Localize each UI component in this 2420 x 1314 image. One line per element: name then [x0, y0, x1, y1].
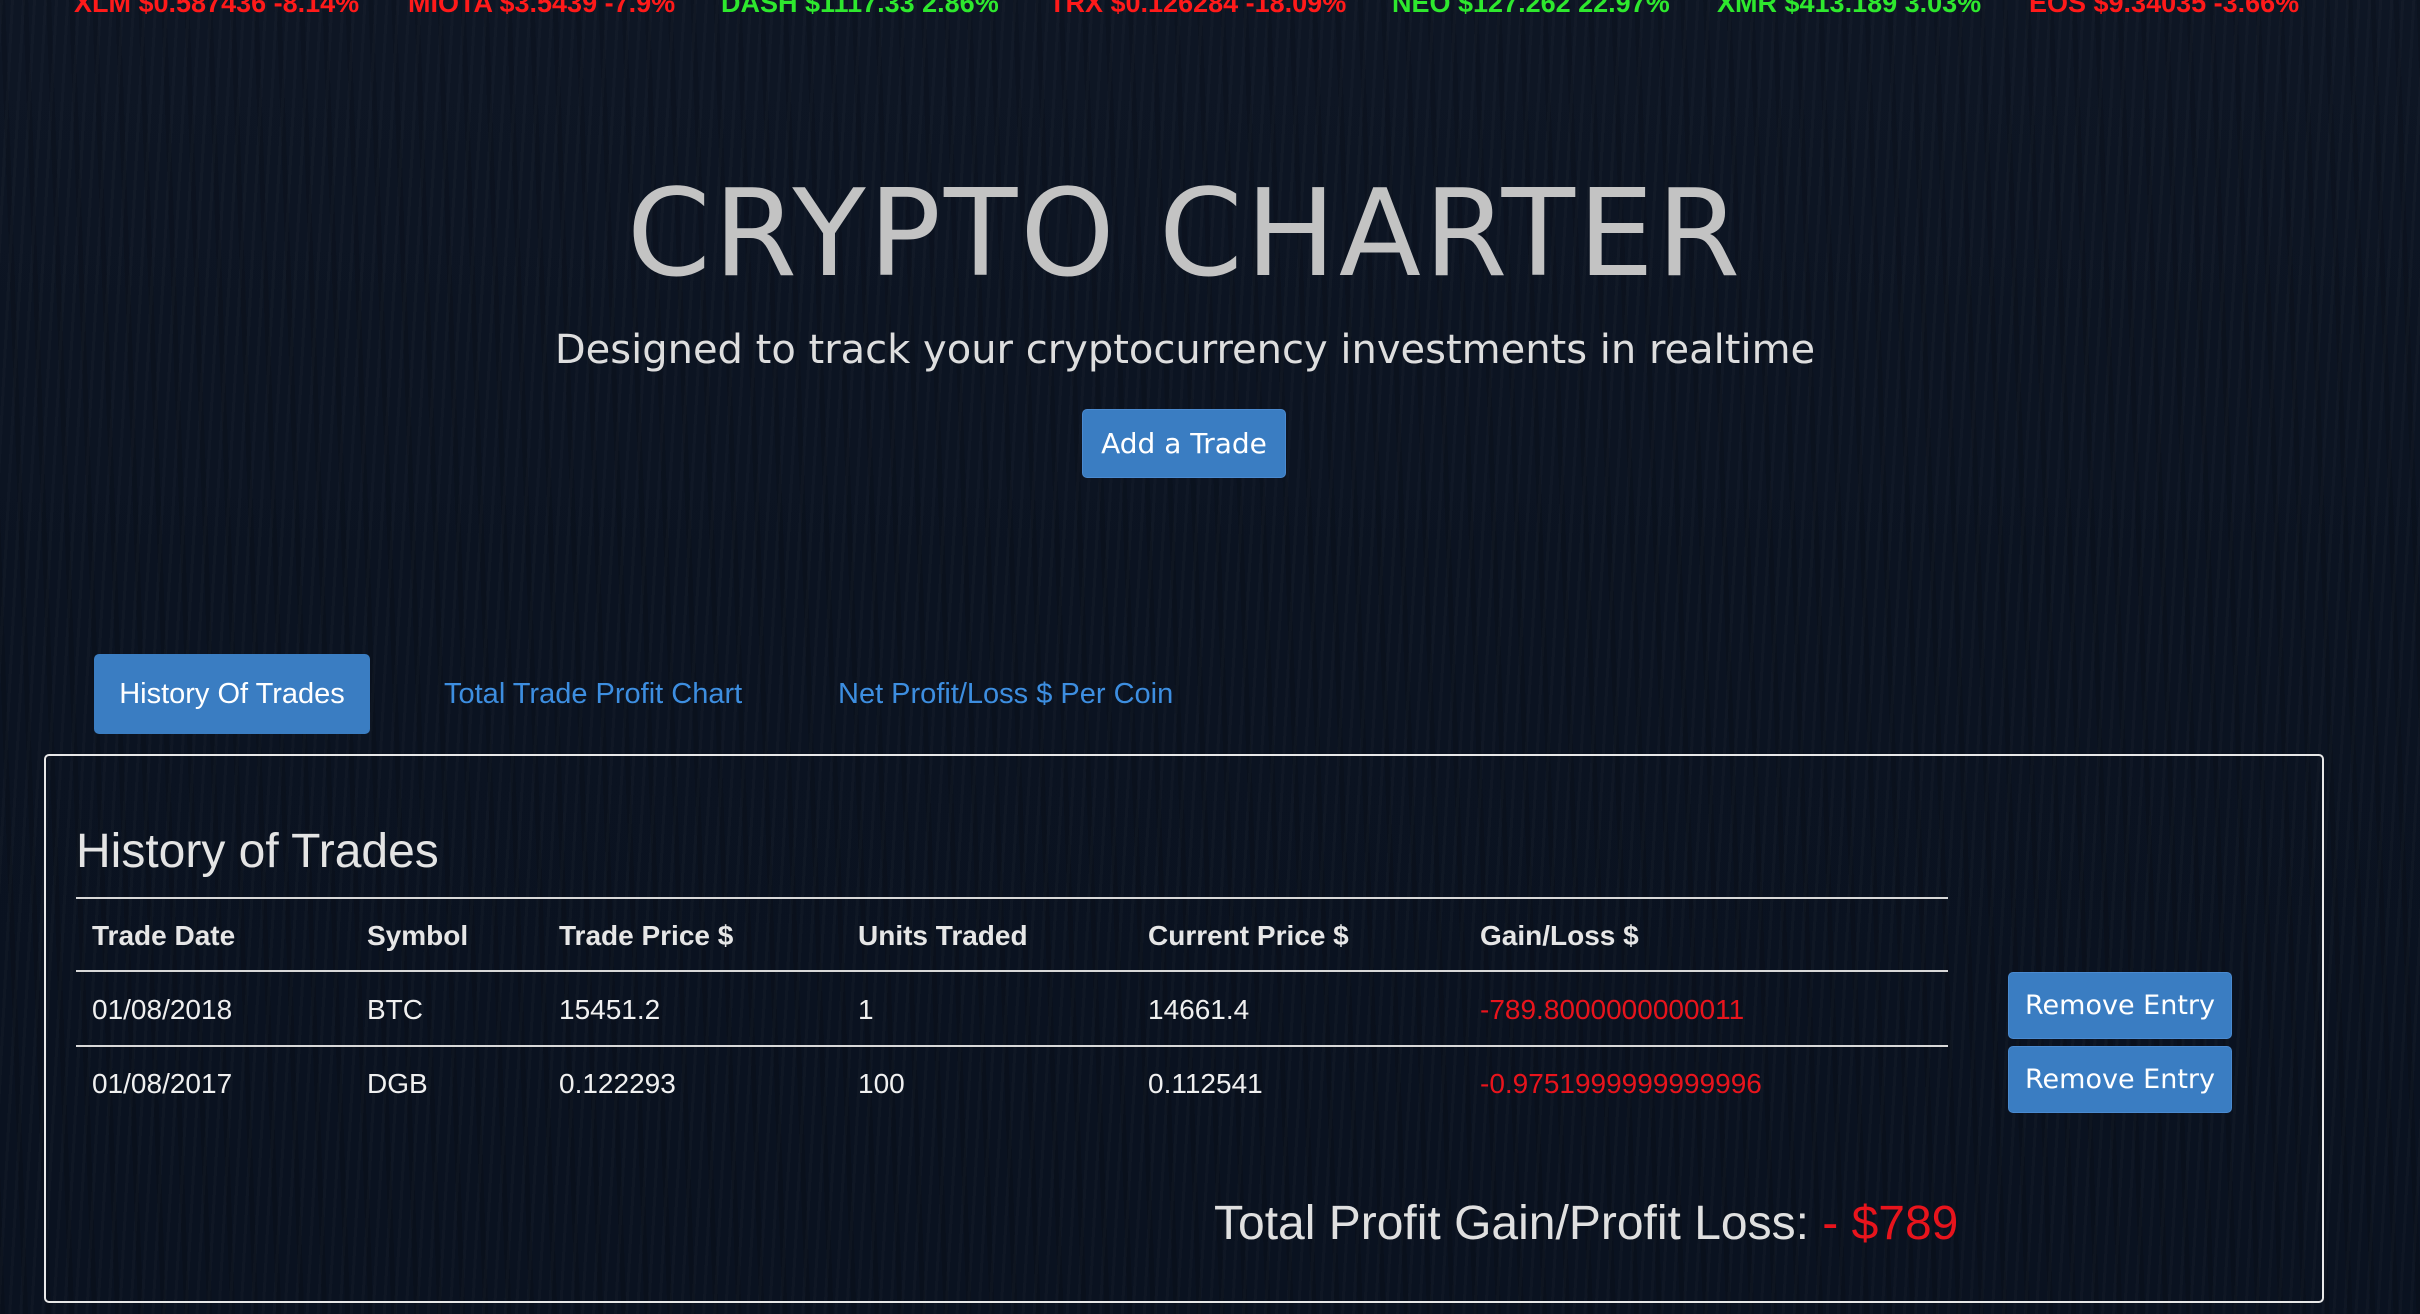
row-gain-loss: -789.8000000000011 — [1480, 994, 1745, 1025]
ticker-item-trx: TRX $0.126284 -18.09% — [1049, 0, 1347, 18]
row-gain-loss: -0.9751999999999996 — [1480, 1068, 1762, 1099]
page-subtitle: Designed to track your cryptocurrency in… — [554, 327, 1816, 373]
ticker-item-xlm: XLM $0.587436 -8.14% — [74, 0, 360, 18]
ticker-item-neo: NEO $127.262 22.97% — [1392, 0, 1670, 18]
column-header-current-price: Current Price $ — [1148, 920, 1349, 951]
row-symbol: DGB — [367, 1068, 428, 1099]
column-header-trade-price: Trade Price $ — [559, 920, 734, 951]
ticker-item-dash: DASH $1117.33 2.86% — [721, 0, 999, 18]
ticker-item-miota: MIOTA $3.5439 -7.9% — [408, 0, 676, 18]
total-profit-loss-label: Total Profit Gain/Profit Loss: — [1214, 1197, 1823, 1250]
table-header-rule — [76, 970, 1948, 972]
row-trade-date: 01/08/2018 — [92, 994, 233, 1025]
row-trade-price: 0.122293 — [559, 1068, 676, 1099]
tab-history-of-trades[interactable]: History Of Trades — [94, 654, 370, 734]
row-current-price: 14661.4 — [1148, 994, 1250, 1025]
column-header-symbol: Symbol — [367, 920, 469, 951]
tab-total-trade-profit-chart[interactable]: Total Trade Profit Chart — [444, 654, 742, 734]
row-units-traded: 1 — [858, 994, 874, 1025]
add-trade-button[interactable]: Add a Trade — [1082, 409, 1286, 478]
column-header-units-traded: Units Traded — [858, 920, 1028, 951]
history-title: History of Trades — [76, 825, 439, 878]
table-top-rule — [76, 897, 1948, 899]
remove-entry-button[interactable]: Remove Entry — [2008, 972, 2232, 1039]
ticker-item-xmr: XMR $413.189 3.03% — [1717, 0, 1982, 18]
tab-net-profit-loss-per-coin[interactable]: Net Profit/Loss $ Per Coin — [838, 654, 1173, 734]
total-profit-loss: Total Profit Gain/Profit Loss: - $789 — [1214, 1192, 1958, 1256]
table-row-rule — [76, 1045, 1948, 1047]
row-trade-price: 15451.2 — [559, 994, 661, 1025]
row-current-price: 0.112541 — [1148, 1068, 1263, 1099]
price-ticker: XLM $0.587436 -8.14% MIOTA $3.5439 -7.9%… — [0, 0, 2420, 34]
total-profit-loss-value: - $789 — [1822, 1197, 1959, 1250]
ticker-item-eos: EOS $9.34035 -3.66% — [2029, 0, 2300, 18]
row-symbol: BTC — [367, 994, 423, 1025]
column-header-gain-loss: Gain/Loss $ — [1480, 920, 1639, 951]
remove-entry-button[interactable]: Remove Entry — [2008, 1046, 2232, 1113]
column-header-trade-date: Trade Date — [92, 920, 236, 951]
row-units-traded: 100 — [858, 1068, 905, 1099]
row-trade-date: 01/08/2017 — [92, 1068, 233, 1099]
page-title: CRYPTO CHARTER — [626, 165, 1744, 304]
